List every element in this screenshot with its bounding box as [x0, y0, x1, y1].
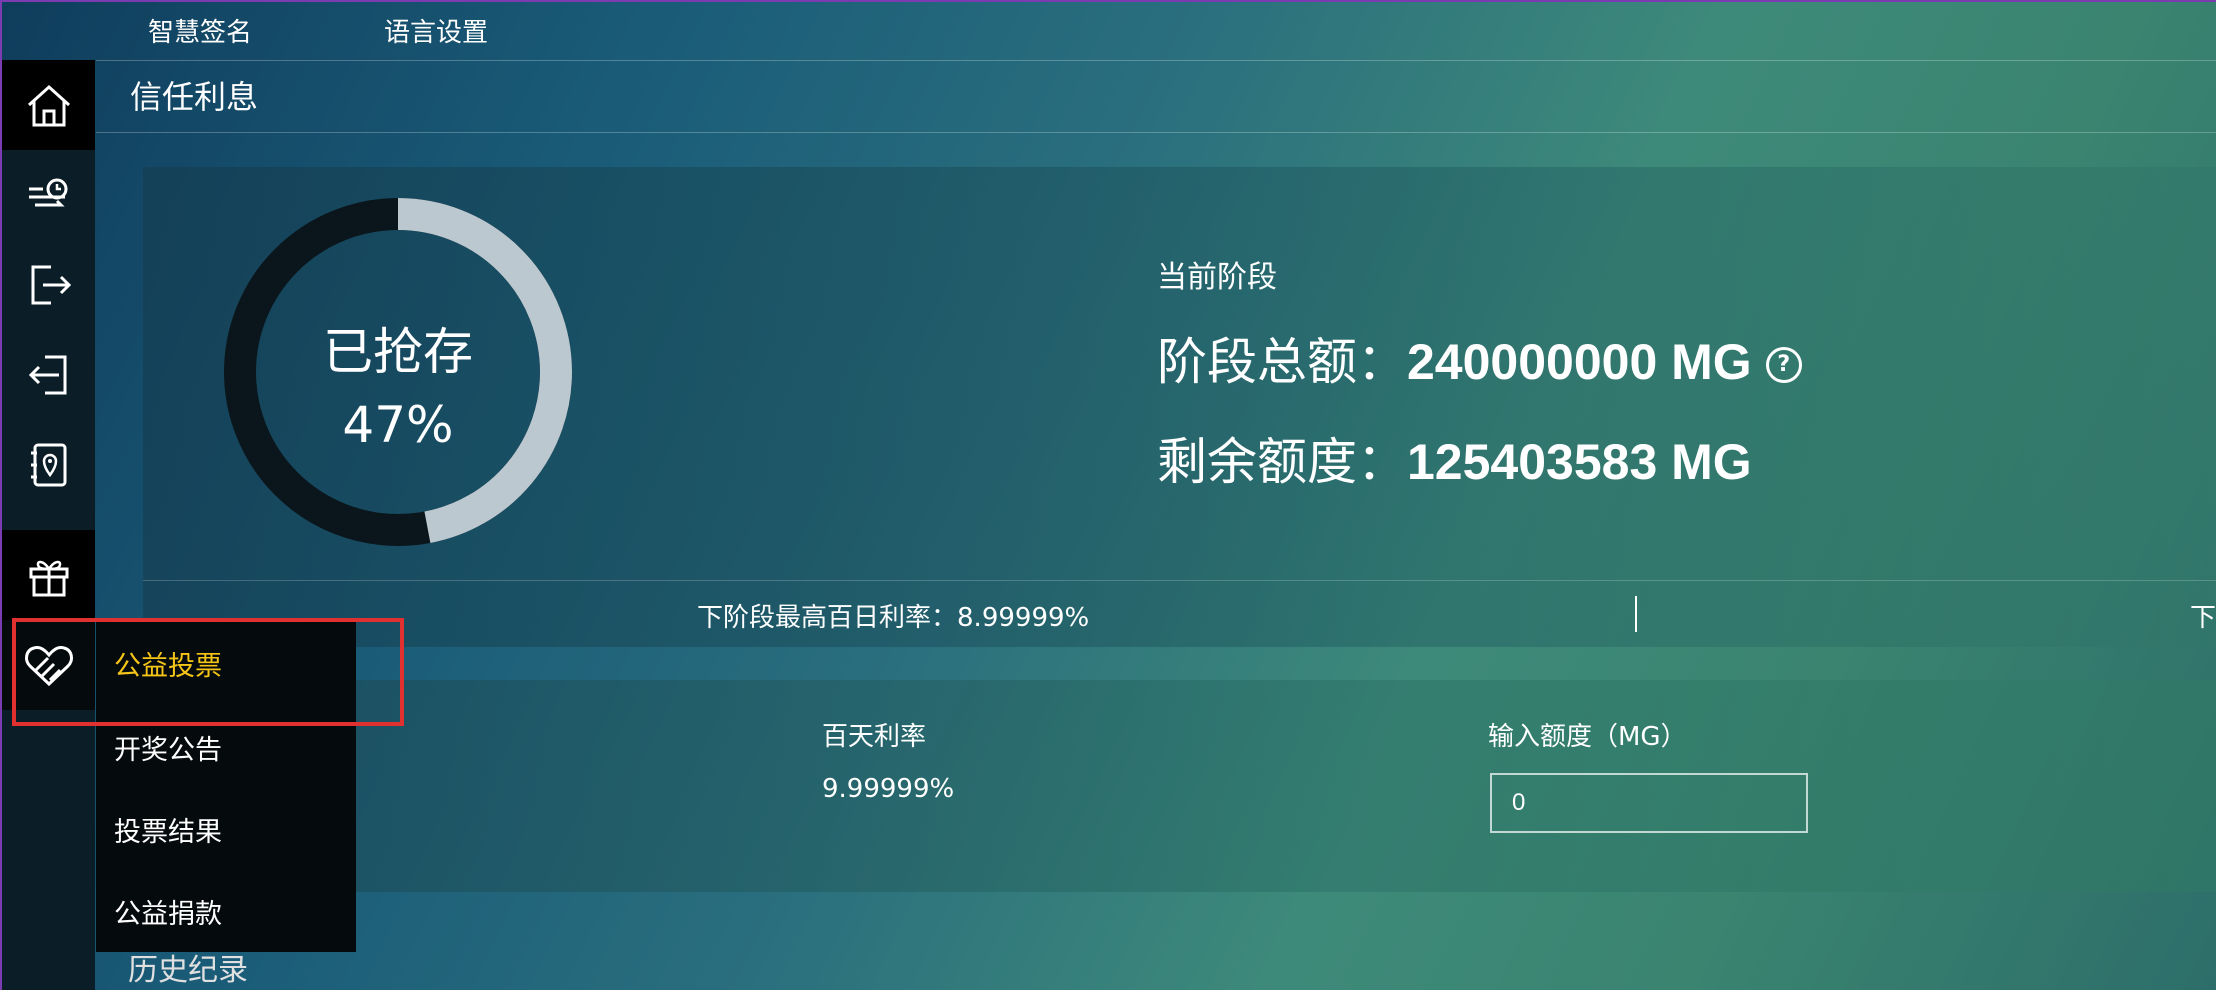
- panel-divider: [143, 580, 2216, 581]
- current-phase-label: 当前阶段: [1157, 260, 1277, 295]
- next-rate-label: 下阶段最高百日利率：: [697, 603, 958, 633]
- fast-clock-icon: [28, 178, 67, 207]
- rate-value: 9.99999%: [822, 774, 955, 804]
- gift-icon: [29, 560, 68, 597]
- remaining-row: 剩余额度：125403583 MG: [1157, 422, 1752, 494]
- sidebar-gift[interactable]: [2, 530, 95, 620]
- deposit-panel: [96, 680, 2216, 892]
- logout-icon: [31, 265, 71, 305]
- amount-input[interactable]: [1490, 773, 1808, 833]
- home-icon: [27, 84, 70, 127]
- nav-language-settings[interactable]: 语言设置: [384, 12, 488, 49]
- rate-label: 百天利率: [822, 722, 927, 752]
- sidebar-fast-deposit[interactable]: [2, 150, 95, 240]
- next-stage-rate: 下阶段最高百日利率：8.99999%: [697, 597, 1089, 634]
- help-circle-icon[interactable]: ?: [1765, 347, 1802, 383]
- menu-item-vote-results[interactable]: 投票结果: [114, 810, 222, 849]
- top-nav: 智慧签名 语言设置: [0, 0, 2216, 60]
- sidebar-address-book[interactable]: [2, 420, 95, 510]
- top-divider: [96, 60, 2216, 61]
- clipped-rate-text: 下: [2190, 603, 2216, 633]
- rate-divider: [1635, 596, 1637, 632]
- remaining-label: 剩余额度：: [1157, 433, 1407, 491]
- highlight-annotation-box: [12, 618, 404, 726]
- progress-percent: 47%: [342, 396, 454, 454]
- phase-total-label: 阶段总额：: [1157, 333, 1407, 391]
- sidebar-withdraw[interactable]: [2, 240, 95, 330]
- sidebar-deposit[interactable]: [2, 330, 95, 420]
- phase-total-row: 阶段总额：240000000 MG?: [1157, 322, 1802, 394]
- progress-label: 已抢存: [323, 323, 473, 381]
- login-icon: [28, 355, 66, 395]
- amount-label: 输入额度（MG）: [1488, 722, 1687, 752]
- phase-total-value: 240000000 MG: [1407, 334, 1752, 390]
- nav-smart-signature[interactable]: 智慧签名: [148, 12, 252, 49]
- title-divider: [96, 132, 2216, 133]
- sidebar: [2, 60, 95, 990]
- sidebar-home[interactable]: [2, 60, 95, 150]
- menu-item-lottery-announcement[interactable]: 开奖公告: [114, 728, 222, 767]
- menu-item-charity-donation[interactable]: 公益捐款: [114, 892, 222, 931]
- next-rate-value: 8.99999%: [957, 603, 1090, 633]
- address-book-icon: [30, 443, 66, 487]
- page-title: 信任利息: [130, 78, 259, 116]
- remaining-value: 125403583 MG: [1407, 434, 1752, 490]
